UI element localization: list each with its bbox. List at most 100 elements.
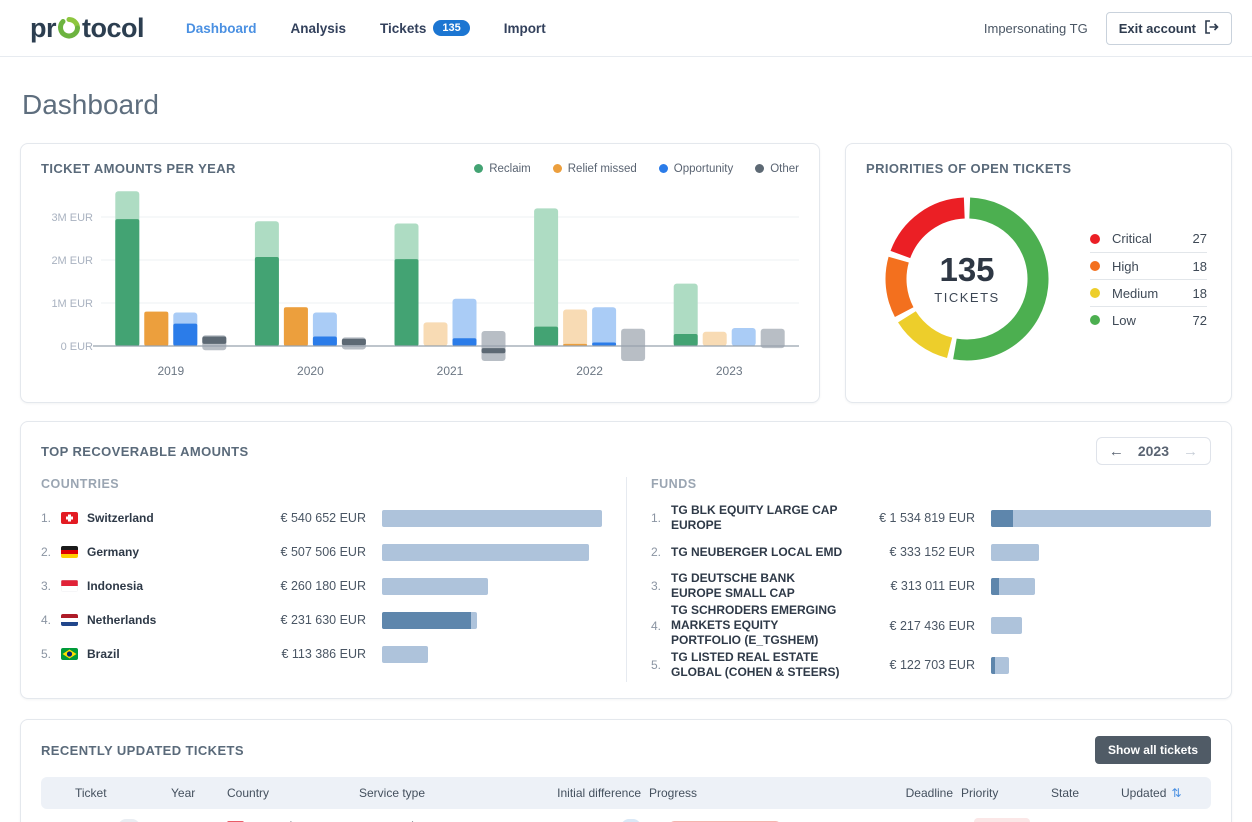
- bar-chart: 0 EUR1M EUR2M EUR3M EUR20192020202120222…: [41, 176, 799, 384]
- logo-text-post: tocol: [82, 13, 144, 44]
- year-next-button[interactable]: →: [1183, 444, 1198, 459]
- amount-bar: [991, 510, 1211, 527]
- year-selector: ← 2023 →: [1096, 437, 1211, 465]
- nav-item-label: Import: [504, 21, 546, 36]
- svg-text:0 EUR: 0 EUR: [61, 341, 93, 353]
- item-amount: € 122 703 EUR: [857, 658, 975, 672]
- rank-number: 3.: [41, 579, 61, 593]
- recoverable-list-item: 1.Switzerland€ 540 652 EUR: [41, 501, 602, 535]
- item-amount: € 333 152 EUR: [857, 545, 975, 559]
- funds-column: FUNDS 1.TG BLK EQUITY LARGE CAP EUROPE€ …: [626, 477, 1211, 682]
- legend-item-reclaim[interactable]: Reclaim: [474, 163, 531, 175]
- item-name: TG NEUBERGER LOCAL EMD: [671, 545, 857, 560]
- amount-bar-fill: [382, 646, 428, 663]
- amount-bar: [382, 646, 602, 663]
- flag-icon-switzerland: [61, 512, 78, 524]
- donut-legend: Critical27High18Medium18Low72: [1090, 225, 1207, 333]
- item-amount: € 113 386 EUR: [248, 647, 366, 661]
- svg-text:3M EUR: 3M EUR: [51, 212, 93, 224]
- tickets-table: TicketYearCountryService typeInitial dif…: [41, 777, 1211, 822]
- item-name: Indonesia: [87, 579, 248, 594]
- col-header-label: Year: [171, 786, 195, 800]
- nav-item-label: Analysis: [291, 21, 347, 36]
- priority-label: Critical: [1112, 231, 1152, 246]
- rank-number: 3.: [651, 579, 671, 593]
- amount-bar: [991, 617, 1211, 634]
- top-navbar: pr tocol Dashboard Analysis Tickets135 Impo…: [0, 0, 1252, 57]
- ticket-count-badge: 1: [118, 819, 140, 822]
- nav-item-import[interactable]: Import: [504, 21, 546, 36]
- cell-ticket: O-2201: [71, 819, 167, 822]
- dashboard-page: pr tocol Dashboard Analysis Tickets135 Impo…: [0, 0, 1252, 822]
- logo-cycle-o-icon: [57, 16, 81, 40]
- flag-icon-brazil: [61, 648, 78, 660]
- exit-account-button[interactable]: Exit account: [1106, 12, 1232, 45]
- logo-text-pre: pr: [30, 13, 56, 44]
- sort-icon: ⇅: [1171, 786, 1181, 800]
- legend-dot-icon: [659, 164, 668, 173]
- rank-number: 1.: [41, 511, 61, 525]
- amount-bar-fill: [382, 612, 477, 629]
- legend-item-other[interactable]: Other: [755, 163, 799, 175]
- tickets-count-badge: 135: [433, 20, 469, 36]
- exit-account-label: Exit account: [1119, 21, 1196, 36]
- recoverable-list-item: 4.TG SCHRODERS EMERGING MARKETS EQUITY P…: [651, 603, 1211, 648]
- nav-right: Impersonating TG Exit account: [984, 12, 1232, 45]
- countries-heading: COUNTRIES: [41, 477, 602, 491]
- col-header-ticket: Ticket: [71, 786, 167, 800]
- priority-count: 18: [1193, 286, 1207, 301]
- recent-tickets-title: RECENTLY UPDATED TICKETS: [41, 743, 244, 758]
- item-amount: € 1 534 819 EUR: [857, 511, 975, 525]
- col-header-deadline: Deadline: [857, 786, 957, 800]
- recoverable-list-item: 5. Brazil€ 113 386 EUR: [41, 637, 602, 671]
- amount-bar: [382, 612, 602, 629]
- priority-count: 18: [1193, 259, 1207, 274]
- funds-list: 1.TG BLK EQUITY LARGE CAP EUROPE€ 1 534 …: [651, 501, 1211, 682]
- col-header-label: Deadline: [906, 786, 953, 800]
- rank-number: 4.: [41, 613, 61, 627]
- svg-text:2019: 2019: [157, 364, 184, 378]
- nav-item-dashboard[interactable]: Dashboard: [186, 21, 257, 36]
- donut-chart: 135 TICKETS: [872, 184, 1062, 374]
- priority-label: Low: [1112, 313, 1136, 328]
- rank-number: 5.: [41, 647, 61, 661]
- item-amount: € 313 011 EUR: [857, 579, 975, 593]
- priority-legend-row-low: Low72: [1090, 306, 1207, 333]
- item-amount: € 540 652 EUR: [248, 511, 366, 525]
- year-prev-button[interactable]: ←: [1109, 444, 1124, 459]
- priority-dot-icon: [1090, 315, 1100, 325]
- svg-text:2022: 2022: [576, 364, 603, 378]
- cell-priority: Critical: [957, 818, 1047, 822]
- priority-legend-row-high: High18: [1090, 252, 1207, 279]
- col-header-label: Priority: [961, 786, 998, 800]
- legend-item-opportunity[interactable]: Opportunity: [659, 163, 733, 175]
- main-nav: Dashboard Analysis Tickets135 Import: [186, 20, 546, 36]
- amount-bar-dark-segment: [991, 578, 999, 595]
- page-title: Dashboard: [22, 89, 1230, 121]
- bar-chart-legend: Reclaim Relief missed Opportunity Other: [474, 163, 799, 175]
- svg-text:2021: 2021: [437, 364, 464, 378]
- item-amount: € 231 630 EUR: [248, 613, 366, 627]
- amount-bar-fill: [991, 657, 1009, 674]
- item-name: TG LISTED REAL ESTATE GLOBAL (COHEN & ST…: [671, 650, 857, 680]
- item-name: Brazil: [87, 647, 248, 662]
- flag-icon-netherlands: [61, 614, 78, 626]
- col-header-progress: Progress: [645, 786, 857, 800]
- priority-dot-icon: [1090, 261, 1100, 271]
- svg-text:2020: 2020: [297, 364, 324, 378]
- nav-item-analysis[interactable]: Analysis: [291, 21, 347, 36]
- col-header-label: Updated: [1121, 786, 1166, 800]
- app-logo[interactable]: pr tocol: [30, 13, 144, 44]
- col-header-priority: Priority: [957, 786, 1047, 800]
- nav-item-tickets[interactable]: Tickets135: [380, 20, 470, 36]
- funds-heading: FUNDS: [651, 477, 1211, 491]
- amount-bar: [991, 544, 1211, 561]
- legend-item-relief-missed[interactable]: Relief missed: [553, 163, 637, 175]
- show-all-tickets-button[interactable]: Show all tickets: [1095, 736, 1211, 764]
- col-header-label: Progress: [649, 786, 697, 800]
- ticket-row[interactable]: 1.O-22012023LuxembourgOpportunity14 434.…: [41, 809, 1211, 822]
- recoverable-list-item: 3.Indonesia€ 260 180 EUR: [41, 569, 602, 603]
- col-header-updated[interactable]: Updated ⇅: [1117, 786, 1211, 800]
- priorities-title: PRIORITIES OF OPEN TICKETS: [866, 161, 1211, 176]
- svg-text:2023: 2023: [716, 364, 743, 378]
